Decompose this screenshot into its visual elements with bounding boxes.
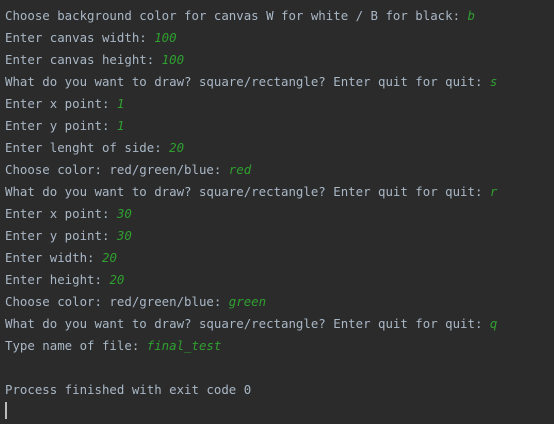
prompt-text: Choose color: red/green/blue: bbox=[5, 294, 229, 309]
console-line: Enter canvas width: 100 bbox=[5, 27, 554, 49]
console-line: Enter width: 20 bbox=[5, 247, 554, 269]
prompt-text: Enter y point: bbox=[5, 228, 117, 243]
console-line: What do you want to draw? square/rectang… bbox=[5, 181, 554, 203]
user-input: b bbox=[467, 8, 475, 23]
user-input: final_test bbox=[146, 338, 222, 353]
prompt-text: Type name of file: bbox=[5, 338, 147, 353]
exit-status-line: Process finished with exit code 0 bbox=[5, 379, 554, 401]
console-line: Choose color: red/green/blue: red bbox=[5, 159, 554, 181]
user-input: 20 bbox=[109, 272, 125, 287]
user-input: 100 bbox=[161, 52, 185, 67]
text-caret[interactable] bbox=[5, 402, 7, 419]
console-line: Choose color: red/green/blue: green bbox=[5, 291, 554, 313]
console-line: Choose background color for canvas W for… bbox=[5, 5, 554, 27]
user-input: 20 bbox=[101, 250, 117, 265]
prompt-text: Enter x point: bbox=[5, 206, 117, 221]
prompt-text: Enter lenght of side: bbox=[5, 140, 170, 155]
prompt-text: Enter y point: bbox=[5, 118, 117, 133]
prompt-text: Choose background color for canvas W for… bbox=[5, 8, 468, 23]
console-line: Enter x point: 1 bbox=[5, 93, 554, 115]
prompt-text: What do you want to draw? square/rectang… bbox=[5, 74, 490, 89]
exit-status-text: Process finished with exit code 0 bbox=[5, 382, 252, 397]
user-input: r bbox=[489, 184, 498, 199]
console-line: Enter x point: 30 bbox=[5, 203, 554, 225]
prompt-text: Enter canvas height: bbox=[5, 52, 162, 67]
user-input: green bbox=[228, 294, 267, 309]
user-input: 1 bbox=[116, 118, 125, 133]
prompt-text: Enter height: bbox=[5, 272, 110, 287]
user-input: 30 bbox=[116, 228, 132, 243]
prompt-text: What do you want to draw? square/rectang… bbox=[5, 184, 490, 199]
run-console[interactable]: Choose background color for canvas W for… bbox=[0, 0, 554, 424]
console-line: Type name of file: final_test bbox=[5, 335, 554, 357]
prompt-text: What do you want to draw? square/rectang… bbox=[5, 316, 490, 331]
console-line: Enter y point: 30 bbox=[5, 225, 554, 247]
console-line: What do you want to draw? square/rectang… bbox=[5, 313, 554, 335]
console-line: Enter canvas height: 100 bbox=[5, 49, 554, 71]
prompt-text: Enter canvas width: bbox=[5, 30, 155, 45]
prompt-text: Enter width: bbox=[5, 250, 102, 265]
console-line: Enter y point: 1 bbox=[5, 115, 554, 137]
user-input: q bbox=[489, 316, 498, 331]
prompt-text: Choose color: red/green/blue: bbox=[5, 162, 229, 177]
user-input: red bbox=[228, 162, 252, 177]
user-input: 100 bbox=[154, 30, 177, 45]
console-line: Enter lenght of side: 20 bbox=[5, 137, 554, 159]
user-input: 1 bbox=[116, 96, 125, 111]
console-line: Enter height: 20 bbox=[5, 269, 554, 291]
prompt-text: Enter x point: bbox=[5, 96, 117, 111]
user-input: s bbox=[489, 74, 498, 89]
user-input: 30 bbox=[116, 206, 132, 221]
console-line: What do you want to draw? square/rectang… bbox=[5, 71, 554, 93]
user-input: 20 bbox=[169, 140, 185, 155]
